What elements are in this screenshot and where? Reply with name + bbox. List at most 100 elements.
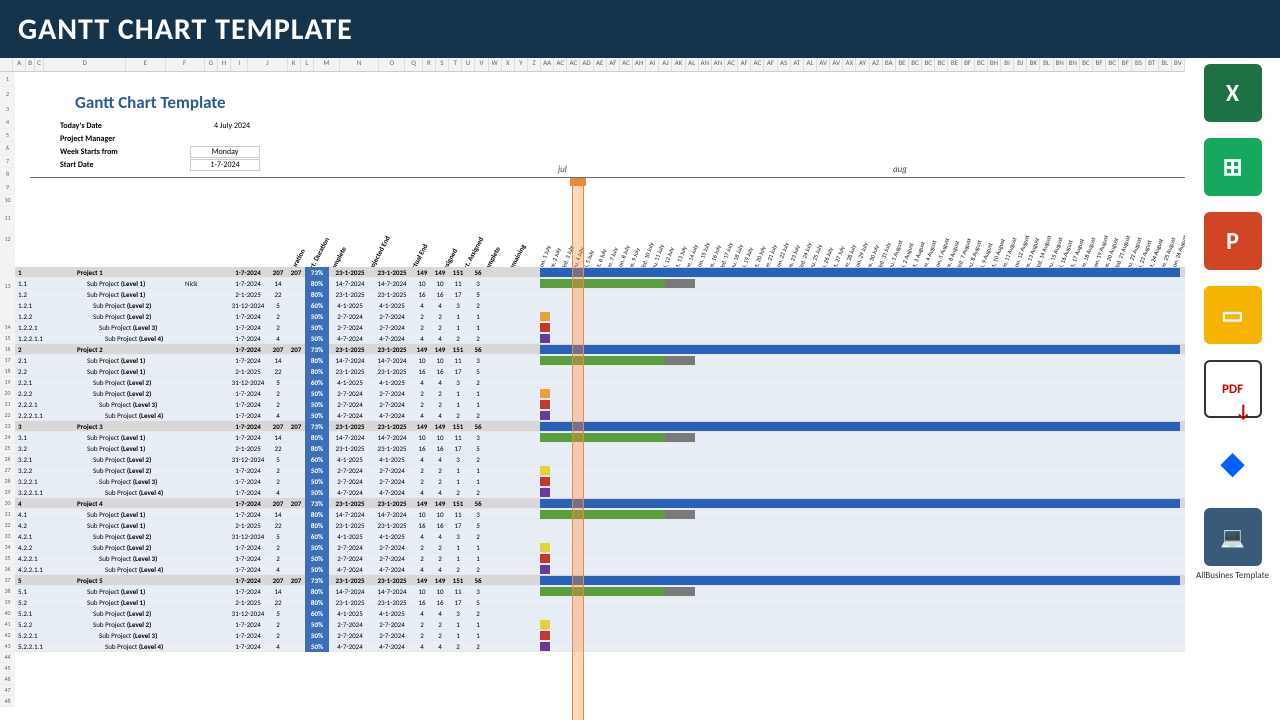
proj-end-cell[interactable]: 4-7-2024 <box>329 565 371 574</box>
complete-cell[interactable]: 60% <box>305 300 329 311</box>
complete-num-cell[interactable]: 1 <box>449 466 467 475</box>
task-name-cell[interactable]: Sub Project (Level 1) <box>47 279 185 288</box>
task-row[interactable]: 3.2Sub Project (Level 1)2-1-20252280%23-… <box>15 443 1185 454</box>
wbs-cell[interactable]: 3.2.1 <box>15 455 47 464</box>
task-name-cell[interactable]: Sub Project (Level 3) <box>47 631 185 640</box>
task-name-cell[interactable]: Sub Project (Level 2) <box>47 609 185 618</box>
task-row[interactable]: 1.2.2.1.1Sub Project (Level 4)1-7-202445… <box>15 333 1185 344</box>
act-end-cell[interactable]: 2-7-2024 <box>371 323 413 332</box>
wbs-cell[interactable]: 1.1 <box>15 279 47 288</box>
wbs-cell[interactable]: 1.2 <box>15 290 47 299</box>
act-end-cell[interactable]: 2-7-2024 <box>371 312 413 321</box>
assigned-num-cell[interactable]: 149 <box>413 499 431 508</box>
act-assigned-cell[interactable]: 2 <box>431 543 449 552</box>
proj-end-cell[interactable]: 23-1-2025 <box>329 499 371 508</box>
act-assigned-cell[interactable]: 4 <box>431 609 449 618</box>
duration-cell[interactable]: 22 <box>269 521 287 530</box>
date-cell[interactable]: 1-7-2024 <box>227 587 269 596</box>
gantt-segment[interactable] <box>540 631 550 640</box>
act-assigned-cell[interactable]: 2 <box>431 323 449 332</box>
week-value[interactable]: Monday <box>190 146 260 158</box>
act-assigned-cell[interactable]: 10 <box>431 433 449 442</box>
gantt-bar[interactable] <box>665 356 695 365</box>
complete-cell[interactable]: 60% <box>305 377 329 388</box>
act-end-cell[interactable]: 2-7-2024 <box>371 631 413 640</box>
act-end-cell[interactable]: 23-1-2025 <box>371 290 413 299</box>
task-name-cell[interactable]: Sub Project (Level 4) <box>47 334 185 343</box>
date-cell[interactable]: 1-7-2024 <box>227 433 269 442</box>
gantt-segment[interactable] <box>540 554 550 563</box>
gantt-segment[interactable] <box>560 642 570 651</box>
date-cell[interactable]: 1-7-2024 <box>227 488 269 497</box>
remaining-cell[interactable]: 2 <box>467 565 489 574</box>
complete-num-cell[interactable]: 11 <box>449 510 467 519</box>
task-row[interactable]: 5.2.1Sub Project (Level 2)31-12-2024560%… <box>15 608 1185 619</box>
complete-num-cell[interactable]: 3 <box>449 609 467 618</box>
task-name-cell[interactable]: Sub Project (Level 2) <box>47 378 185 387</box>
duration-cell[interactable]: 14 <box>269 510 287 519</box>
date-cell[interactable]: 31-12-2024 <box>227 455 269 464</box>
task-name-cell[interactable]: Sub Project (Level 1) <box>47 433 185 442</box>
gantt-segment[interactable] <box>540 488 550 497</box>
gantt-bar[interactable] <box>540 268 1180 277</box>
complete-num-cell[interactable]: 1 <box>449 323 467 332</box>
act-assigned-cell[interactable]: 4 <box>431 455 449 464</box>
assigned-num-cell[interactable]: 2 <box>413 312 431 321</box>
allbusinesstemplates-icon[interactable]: 💻 <box>1204 508 1262 566</box>
act-duration-cell[interactable]: 207 <box>287 576 305 585</box>
act-end-cell[interactable]: 2-7-2024 <box>371 620 413 629</box>
date-cell[interactable]: 31-12-2024 <box>227 532 269 541</box>
remaining-cell[interactable]: 2 <box>467 301 489 310</box>
task-row[interactable]: 3.2.1Sub Project (Level 2)31-12-2024560%… <box>15 454 1185 465</box>
duration-cell[interactable]: 2 <box>269 554 287 563</box>
date-cell[interactable]: 1-7-2024 <box>227 631 269 640</box>
remaining-cell[interactable]: 3 <box>467 510 489 519</box>
powerpoint-icon[interactable]: P <box>1204 212 1262 270</box>
complete-num-cell[interactable]: 3 <box>449 455 467 464</box>
complete-cell[interactable]: 50% <box>305 553 329 564</box>
task-row[interactable]: 3.1Sub Project (Level 1)1-7-20241480%14-… <box>15 432 1185 443</box>
complete-cell[interactable]: 50% <box>305 333 329 344</box>
duration-cell[interactable]: 2 <box>269 620 287 629</box>
task-row[interactable]: 5.2.2Sub Project (Level 2)1-7-2024250%2-… <box>15 619 1185 630</box>
duration-cell[interactable]: 14 <box>269 587 287 596</box>
assigned-num-cell[interactable]: 4 <box>413 455 431 464</box>
proj-end-cell[interactable]: 14-7-2024 <box>329 587 371 596</box>
gantt-bar[interactable] <box>540 499 1180 508</box>
proj-end-cell[interactable]: 23-1-2025 <box>329 345 371 354</box>
act-end-cell[interactable]: 14-7-2024 <box>371 356 413 365</box>
act-end-cell[interactable]: 14-7-2024 <box>371 587 413 596</box>
wbs-cell[interactable]: 1.2.2 <box>15 312 47 321</box>
task-name-cell[interactable]: Sub Project (Level 2) <box>47 620 185 629</box>
wbs-cell[interactable]: 1.2.2.1 <box>15 323 47 332</box>
act-assigned-cell[interactable]: 10 <box>431 279 449 288</box>
wbs-cell[interactable]: 4.2.2.1.1 <box>15 565 47 574</box>
act-end-cell[interactable]: 4-7-2024 <box>371 488 413 497</box>
gantt-segment[interactable] <box>540 312 550 321</box>
act-end-cell[interactable]: 4-7-2024 <box>371 565 413 574</box>
act-duration-cell[interactable]: 207 <box>287 422 305 431</box>
proj-end-cell[interactable]: 23-1-2025 <box>329 444 371 453</box>
spreadsheet[interactable]: ABCDEFGHIJKLMNOQRSTUVWXYZAAACACADAEAFACA… <box>0 58 1185 720</box>
assigned-cell[interactable]: Nick <box>185 279 227 288</box>
gantt-segment[interactable] <box>550 466 560 475</box>
task-row[interactable]: 1Project 11-7-202420720773%23-1-202523-1… <box>15 267 1185 278</box>
remaining-cell[interactable]: 1 <box>467 620 489 629</box>
complete-cell[interactable]: 50% <box>305 487 329 498</box>
task-row[interactable]: 2.1Sub Project (Level 1)1-7-20241480%14-… <box>15 355 1185 366</box>
act-assigned-cell[interactable]: 149 <box>431 422 449 431</box>
proj-end-cell[interactable]: 4-1-2025 <box>329 301 371 310</box>
task-row[interactable]: 1.1Sub Project (Level 1)Nick1-7-20241480… <box>15 278 1185 289</box>
duration-cell[interactable]: 2 <box>269 400 287 409</box>
task-name-cell[interactable]: Project 1 <box>47 268 185 277</box>
duration-cell[interactable]: 4 <box>269 334 287 343</box>
remaining-cell[interactable]: 2 <box>467 609 489 618</box>
gantt-segment[interactable] <box>560 411 570 420</box>
act-end-cell[interactable]: 23-1-2025 <box>371 268 413 277</box>
gantt-segment[interactable] <box>550 620 560 629</box>
row-numbers[interactable]: 1234567891011121314151617181920212223242… <box>0 72 15 707</box>
task-name-cell[interactable]: Sub Project (Level 1) <box>47 444 185 453</box>
assigned-num-cell[interactable]: 4 <box>413 488 431 497</box>
gantt-segment[interactable] <box>550 400 560 409</box>
complete-cell[interactable]: 50% <box>305 619 329 630</box>
